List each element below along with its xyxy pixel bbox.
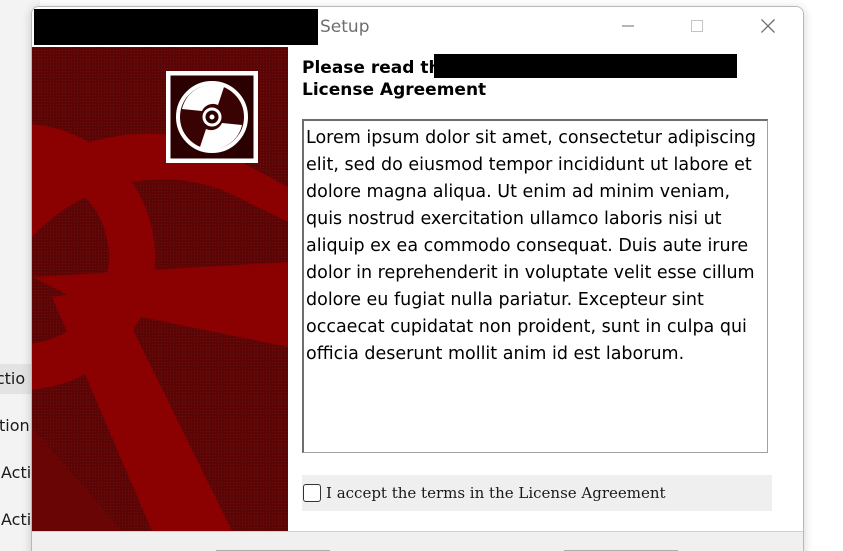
title-bar[interactable]: Setup [32,7,803,47]
maximize-button[interactable] [674,7,720,45]
background-nav-label: Acti [1,510,32,529]
background-nav-label: ectio [0,369,26,388]
button-bar [32,532,803,551]
background-nav-label: tion [0,416,30,435]
redacted-title [34,9,318,45]
minimize-icon [622,25,634,27]
accept-terms-row[interactable]: I accept the terms in the License Agreem… [302,475,772,511]
disc-icon [166,71,258,163]
license-text: Lorem ipsum dolor sit amet, consectetur … [306,128,756,364]
close-button[interactable] [745,7,791,45]
background-nav-label: Acti [1,463,32,482]
heading-line-2: License Agreement [302,80,487,100]
license-text-box[interactable]: Lorem ipsum dolor sit amet, consectetur … [302,119,768,453]
accept-terms-checkbox[interactable] [303,484,321,502]
installer-banner [32,47,288,531]
setup-window: Setup Please read the License Agreement … [31,6,804,551]
window-title: Setup [320,17,370,37]
setup-logo [166,71,258,163]
maximize-icon [691,20,703,32]
accept-terms-label[interactable]: I accept the terms in the License Agreem… [326,484,666,502]
minimize-button[interactable] [605,7,651,45]
desktop: ectio tion Acti Acti Setup [0,0,843,551]
redacted-product-name [434,54,737,78]
close-icon [761,19,775,33]
